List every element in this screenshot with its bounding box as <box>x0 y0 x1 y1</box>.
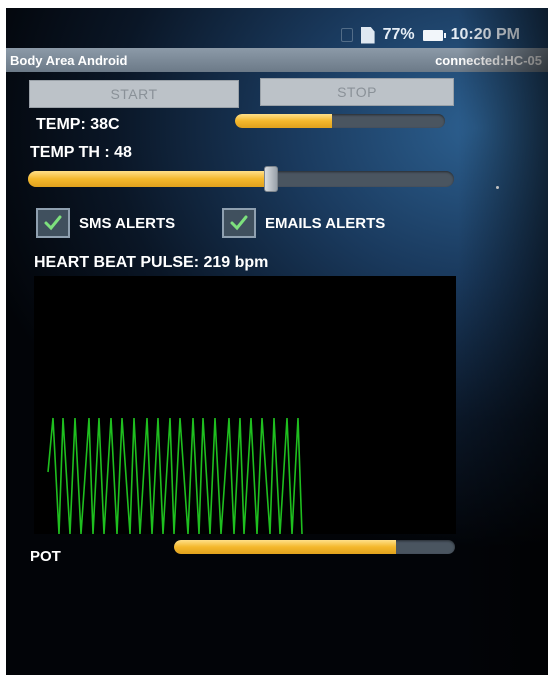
connection-status: connected:HC-05 <box>435 52 542 68</box>
app-title: Body Area Android <box>10 52 128 68</box>
pot-bar <box>174 540 455 554</box>
temperature-bar <box>235 114 445 128</box>
sms-alerts-label: SMS ALERTS <box>79 215 176 232</box>
pot-label: POT <box>30 548 61 565</box>
threshold-slider-fill <box>28 171 271 187</box>
email-alerts-checkbox[interactable] <box>222 208 256 238</box>
temperature-bar-fill <box>235 114 332 128</box>
pot-bar-fill <box>174 540 396 554</box>
checkmark-icon <box>230 215 248 231</box>
start-button[interactable]: START <box>29 80 239 108</box>
temperature-label: TEMP: 38C <box>36 116 120 133</box>
threshold-slider[interactable] <box>28 166 454 192</box>
heart-beat-label: HEART BEAT PULSE: 219 bpm <box>34 254 269 271</box>
battery-percent: 77% <box>382 26 415 43</box>
stop-button[interactable]: STOP <box>260 78 454 106</box>
sms-alerts-checkbox[interactable] <box>36 208 70 238</box>
title-bar: Body Area Android connected:HC-05 <box>6 48 548 72</box>
screen-glare-dot <box>496 186 499 189</box>
threshold-slider-thumb[interactable] <box>263 166 278 192</box>
heart-beat-graph <box>34 276 456 534</box>
threshold-label: TEMP TH : 48 <box>30 144 132 161</box>
sim-icon <box>340 28 353 42</box>
email-alerts-label: EMAILS ALERTS <box>265 215 386 232</box>
heart-beat-waveform <box>47 417 303 534</box>
document-icon <box>360 26 375 44</box>
checkmark-icon <box>44 215 62 231</box>
status-time: 10:20 PM <box>450 26 520 43</box>
waveform-trace <box>47 417 303 534</box>
battery-icon <box>422 29 446 41</box>
status-bar: 77% 10:20 PM <box>6 22 548 48</box>
device-screen: 77% 10:20 PM Body Area Android connected… <box>6 8 548 675</box>
